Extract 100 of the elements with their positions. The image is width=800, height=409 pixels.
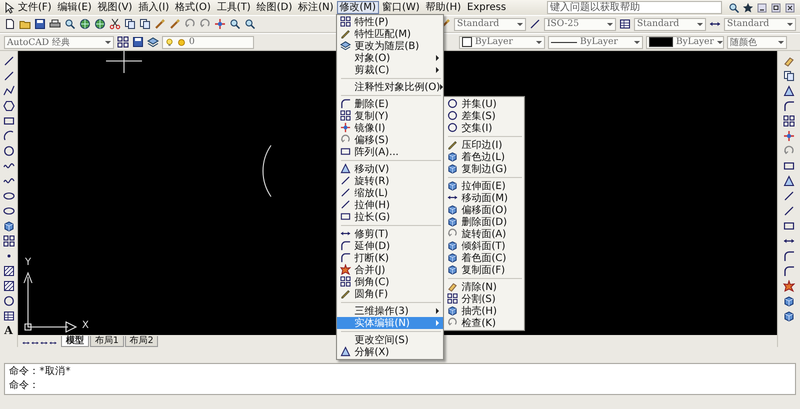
pan-icon[interactable] <box>783 130 795 142</box>
arrows-icon[interactable] <box>31 339 39 347</box>
globe-icon[interactable] <box>94 18 106 30</box>
menu-item[interactable]: 复制边(G) <box>444 162 524 174</box>
hatch-icon[interactable] <box>2 280 14 292</box>
scissors-icon[interactable] <box>109 18 121 30</box>
triangle-icon[interactable] <box>783 85 795 97</box>
property-dropdown[interactable]: ByLayer <box>548 36 643 48</box>
menu-item[interactable]: 延伸(D) <box>336 240 443 252</box>
folder-icon[interactable] <box>19 18 31 30</box>
globe-icon[interactable] <box>79 18 91 30</box>
rectangle-icon[interactable] <box>783 220 795 232</box>
menu-item[interactable]: 旋转(R) <box>336 174 443 186</box>
text-tool-button[interactable]: A <box>4 325 13 337</box>
workspace-dropdown[interactable]: AutoCAD 经典 <box>4 36 114 48</box>
rectangle-icon[interactable] <box>783 160 795 172</box>
menu-item[interactable]: 偏移(S) <box>336 134 443 146</box>
style-dropdown[interactable]: ISO-25 <box>544 18 616 30</box>
menu-item[interactable]: 更改空间(S) <box>336 334 443 346</box>
menu[interactable]: 插入(I) <box>135 0 172 14</box>
menu-item[interactable]: 缩放(L) <box>336 186 443 198</box>
magnifier-icon[interactable] <box>229 18 241 30</box>
table-icon[interactable] <box>2 310 14 322</box>
menu-item[interactable]: 合并(J) <box>336 264 443 276</box>
magnifier-icon[interactable] <box>728 2 740 14</box>
menu-item[interactable]: 着色面(C) <box>444 252 524 264</box>
menu-item[interactable]: 旋转面(A) <box>444 228 524 240</box>
menu-item[interactable]: 着色边(L) <box>444 150 524 162</box>
menu-item[interactable]: 检查(K) <box>444 316 524 328</box>
menu-item[interactable]: 并集(U) <box>444 98 524 110</box>
hexagon-icon[interactable] <box>2 100 14 112</box>
menu-item[interactable]: 复制面(F) <box>444 264 524 276</box>
menu-item[interactable]: 交集(I) <box>444 122 524 134</box>
menu-item[interactable]: 拉伸(H) <box>336 198 443 210</box>
menu-item[interactable]: 圆角(F) <box>336 288 443 300</box>
pages-icon[interactable] <box>139 18 151 30</box>
grid-icon[interactable] <box>783 115 795 127</box>
menu[interactable]: 工具(T) <box>214 0 254 14</box>
menu-item[interactable]: 分解(X) <box>336 346 443 358</box>
brush-icon[interactable] <box>169 18 181 30</box>
curved-arrow-icon[interactable] <box>184 18 196 30</box>
menu-item[interactable]: 移动面(M) <box>444 192 524 204</box>
table-icon[interactable] <box>619 18 631 30</box>
magnifier-icon[interactable] <box>244 18 256 30</box>
eraser-icon[interactable] <box>783 55 795 67</box>
floppy-icon[interactable] <box>132 36 144 48</box>
menu-item[interactable]: 偏移面(O) <box>444 204 524 216</box>
arrows-icon[interactable] <box>49 339 57 347</box>
corner-icon[interactable] <box>783 250 795 262</box>
menu-item[interactable]: 移动(V) <box>336 162 443 174</box>
menu[interactable]: 帮助(H) <box>422 0 464 14</box>
line-icon[interactable] <box>783 205 795 217</box>
pages-icon[interactable] <box>783 70 795 82</box>
grid-icon[interactable] <box>2 235 14 247</box>
ellipse-icon[interactable] <box>2 205 14 217</box>
curved-arrow-icon[interactable] <box>199 18 211 30</box>
menu-item[interactable]: 差集(S) <box>444 110 524 122</box>
menu-item[interactable]: 三维操作(3) <box>336 304 443 316</box>
menu-item[interactable]: 更改为随层(B) <box>336 40 443 52</box>
pages-icon[interactable] <box>124 18 136 30</box>
cube-icon[interactable] <box>783 295 795 307</box>
menu-item[interactable]: 特性(P) <box>336 16 443 28</box>
line-icon[interactable] <box>2 55 14 67</box>
floppy-icon[interactable] <box>34 18 46 30</box>
minimize-icon[interactable] <box>756 2 768 14</box>
pan-icon[interactable] <box>214 18 226 30</box>
menu-item[interactable]: 复制(Y) <box>336 110 443 122</box>
hatch-icon[interactable] <box>2 265 14 277</box>
cube-icon[interactable] <box>2 220 14 232</box>
menu-item[interactable]: 阵列(A)... <box>336 146 443 158</box>
line-icon[interactable] <box>2 70 14 82</box>
property-dropdown[interactable]: ByLayer <box>646 36 724 48</box>
menu-item[interactable]: 剪裁(C) <box>336 64 443 76</box>
rectangle-icon[interactable] <box>2 115 14 127</box>
style-dropdown[interactable]: Standard <box>724 18 796 30</box>
arc-icon[interactable] <box>2 130 14 142</box>
layout-tab[interactable]: 模型 <box>61 336 89 347</box>
menu-item[interactable]: 分割(S) <box>444 292 524 304</box>
menu[interactable]: 修改(M) <box>336 0 379 14</box>
restore-icon[interactable] <box>770 2 782 14</box>
layers-icon[interactable] <box>147 36 159 48</box>
printer-icon[interactable] <box>49 18 61 30</box>
menu[interactable]: 格式(O) <box>172 0 214 14</box>
polyline-icon[interactable] <box>2 85 14 97</box>
cursor-arrow-icon[interactable] <box>3 2 15 14</box>
menu-item[interactable]: 抽壳(H) <box>444 304 524 316</box>
layout-tab[interactable]: 布局2 <box>124 336 158 347</box>
menu-item[interactable]: 删除面(D) <box>444 216 524 228</box>
menu-item[interactable]: 删除(E) <box>336 98 443 110</box>
ellipse-icon[interactable] <box>2 190 14 202</box>
corner-icon[interactable] <box>783 265 795 277</box>
line-icon[interactable] <box>783 190 795 202</box>
menu-item[interactable]: 倒角(C) <box>336 276 443 288</box>
menu-item[interactable]: 特性匹配(M) <box>336 28 443 40</box>
document-icon[interactable] <box>4 18 16 30</box>
menu[interactable]: 窗口(W) <box>378 0 423 14</box>
menu[interactable]: 编辑(E) <box>54 0 95 14</box>
style-dropdown[interactable]: Standard <box>454 18 526 30</box>
help-search-field[interactable]: 键入问题以获取帮助 <box>547 1 722 14</box>
menu-item[interactable]: 修剪(T) <box>336 228 443 240</box>
